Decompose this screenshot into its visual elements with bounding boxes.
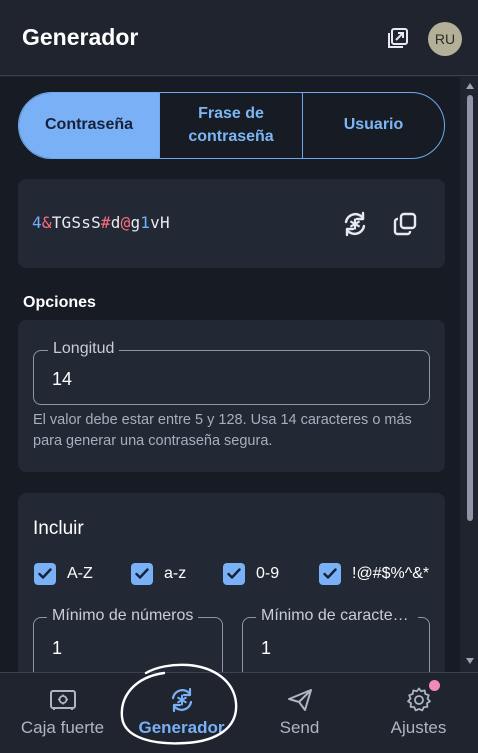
app-header: Generador RU xyxy=(0,0,478,76)
checkbox-uppercase-label: A-Z xyxy=(67,565,93,582)
min-special-label: Mínimo de caracteres especiales xyxy=(256,607,418,625)
checkbox-checked-icon xyxy=(223,563,245,585)
checkbox-checked-icon xyxy=(131,563,153,585)
password-char-number: 1 xyxy=(140,213,151,232)
notification-badge xyxy=(428,680,440,691)
nav-label-send: Send xyxy=(279,718,320,737)
account-avatar[interactable]: RU xyxy=(428,22,462,56)
regenerate-button[interactable] xyxy=(338,207,372,241)
password-char-number: 4 xyxy=(32,213,42,232)
checkbox-checked-icon xyxy=(34,563,56,585)
password-char-symbol: # xyxy=(100,213,111,232)
min-numbers-value[interactable]: 1 xyxy=(52,638,62,659)
generator-icon xyxy=(167,686,197,714)
password-char-letter: G xyxy=(61,213,72,232)
min-special-value[interactable]: 1 xyxy=(261,638,271,659)
min-special-field[interactable]: Mínimo de caracteres especiales 1 xyxy=(242,607,430,672)
checkbox-lowercase-label: a-z xyxy=(164,565,187,582)
generated-password-card: 4&TGSsS#d@g1vH xyxy=(18,179,445,268)
checkbox-lowercase[interactable]: a-z xyxy=(131,563,186,585)
password-char-letter: T xyxy=(51,213,62,232)
popout-icon xyxy=(388,28,408,48)
content-scrollbar[interactable] xyxy=(463,77,478,672)
include-heading: Incluir xyxy=(33,518,84,539)
copy-icon xyxy=(393,212,417,236)
generated-password: 4&TGSsS#d@g1vH xyxy=(32,213,170,232)
bottom-navigation: Caja fuerte Generador Send Ajustes xyxy=(0,672,478,753)
checkbox-checked-icon xyxy=(319,563,341,585)
include-card: Incluir A-Z a-z 0-9 !@#$%^&* Mínimo de n… xyxy=(18,493,445,672)
min-numbers-field[interactable]: Mínimo de números 1 xyxy=(33,607,223,672)
copy-password-button[interactable] xyxy=(388,207,422,241)
scroll-thumb[interactable] xyxy=(467,95,473,521)
scroll-up-arrow-icon[interactable] xyxy=(466,83,474,89)
password-char-letter: d xyxy=(110,213,121,232)
tab-passphrase[interactable]: Frase de contraseña xyxy=(160,93,303,158)
nav-label-generator: Generador xyxy=(138,718,225,737)
password-char-letter: s xyxy=(81,213,92,232)
tab-username[interactable]: Usuario xyxy=(303,93,444,158)
checkbox-numbers[interactable]: 0-9 xyxy=(223,563,279,585)
nav-item-settings[interactable]: Ajustes xyxy=(359,673,478,753)
popout-button[interactable] xyxy=(384,24,412,52)
password-char-letter: H xyxy=(159,213,170,232)
options-card: Longitud 14 El valor debe estar entre 5 … xyxy=(18,320,445,472)
length-hint: El valor debe estar entre 5 y 128. Usa 1… xyxy=(33,412,412,449)
checkbox-special-label: !@#$%^&* xyxy=(352,565,430,582)
nav-label-vault: Caja fuerte xyxy=(20,718,105,737)
vault-icon xyxy=(48,686,78,714)
password-char-symbol: & xyxy=(41,213,52,232)
main-content: Contraseña Frase de contraseña Usuario 4… xyxy=(0,77,460,672)
nav-label-settings: Ajustes xyxy=(390,718,447,737)
password-char-symbol: @ xyxy=(120,213,131,232)
length-label: Longitud xyxy=(48,340,120,358)
gear-icon xyxy=(404,680,440,714)
password-char-letter: g xyxy=(130,213,141,232)
scroll-down-arrow-icon[interactable] xyxy=(466,658,474,664)
tab-password[interactable]: Contraseña xyxy=(19,93,160,158)
nav-item-vault[interactable]: Caja fuerte xyxy=(3,673,122,753)
nav-item-generator[interactable]: Generador xyxy=(122,673,241,753)
length-field[interactable]: Longitud 14 xyxy=(33,340,430,405)
length-value[interactable]: 14 xyxy=(52,369,72,390)
options-heading: Opciones xyxy=(23,294,96,311)
generator-type-tabs: Contraseña Frase de contraseña Usuario xyxy=(18,92,445,159)
nav-item-send[interactable]: Send xyxy=(240,673,359,753)
page-title: Generador xyxy=(22,24,139,50)
password-char-letter: S xyxy=(71,213,82,232)
checkbox-uppercase[interactable]: A-Z xyxy=(34,563,93,585)
checkbox-numbers-label: 0-9 xyxy=(256,565,280,582)
password-char-letter: S xyxy=(91,213,101,232)
password-char-letter: v xyxy=(150,213,160,232)
checkbox-special[interactable]: !@#$%^&* xyxy=(319,563,429,585)
min-numbers-label: Mínimo de números xyxy=(47,607,199,625)
regenerate-icon xyxy=(344,211,366,237)
send-icon xyxy=(285,686,315,714)
